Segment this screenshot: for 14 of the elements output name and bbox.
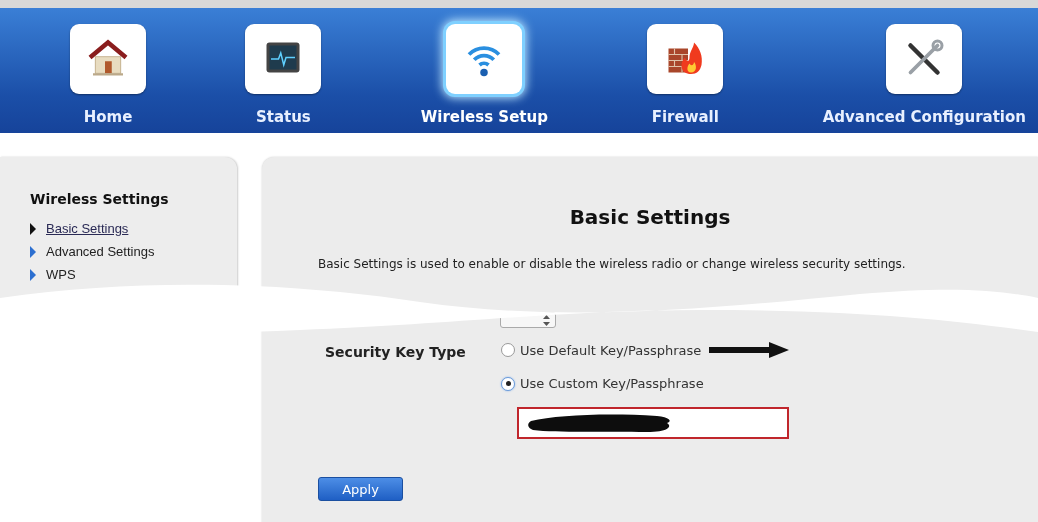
sidebar-link[interactable]: WPS bbox=[46, 267, 76, 282]
page-title: Basic Settings bbox=[568, 205, 732, 229]
input-field[interactable] bbox=[517, 407, 789, 439]
description-text: Basic Settings is used to enable or disable the wireless radio or change wireless security settings. bbox=[318, 257, 907, 271]
nav-tab[interactable]: Wireless Setup bbox=[420, 24, 548, 126]
apply-button[interactable]: Apply bbox=[318, 477, 403, 501]
nav-tab[interactable]: Advanced Configuration bbox=[822, 24, 1026, 126]
updown-arrows-icon bbox=[543, 314, 550, 326]
radio-option[interactable]: Use Custom Key/Passphrase bbox=[501, 376, 704, 391]
field-label: Security Key Type bbox=[324, 343, 467, 362]
sidebar-link[interactable]: Basic Settings bbox=[46, 221, 129, 236]
sidebar-link[interactable]: Advanced Settings bbox=[46, 244, 155, 259]
radio-option[interactable]: Use Default Key/Passphrase bbox=[501, 342, 702, 358]
sidebar-title: Wireless Settings bbox=[30, 191, 170, 207]
